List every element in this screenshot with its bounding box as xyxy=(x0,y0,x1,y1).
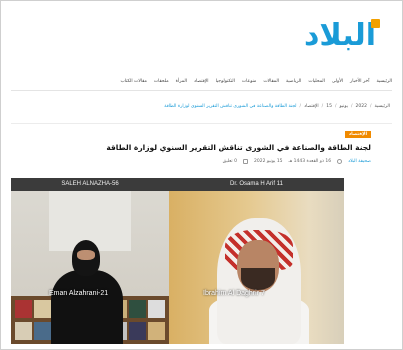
breadcrumb-current: لجنة الطاقة والصناعة في الشورى تناقش الت… xyxy=(164,104,297,109)
breadcrumb-day[interactable]: 15 xyxy=(326,104,332,109)
breadcrumb-separator: / xyxy=(369,104,372,109)
breadcrumb-separator: / xyxy=(321,104,324,109)
nav-item-home[interactable]: الرئيسية xyxy=(377,79,393,84)
breadcrumb: الرئيسية / 2022 / يونيو / 15 / الإقتصاد … xyxy=(164,104,390,109)
article-author[interactable]: صحيفة البلاد xyxy=(348,159,371,164)
nav-item-articles[interactable]: المقالات xyxy=(263,79,279,84)
gregorian-date: 15 يونيو 2022 xyxy=(253,159,283,164)
breadcrumb-separator: / xyxy=(350,104,353,109)
participant-face xyxy=(77,250,95,260)
page-frame: البلاد الرئيسية آخر الأخبار الأولى المحل… xyxy=(0,0,403,350)
breadcrumb-separator: / xyxy=(334,104,337,109)
logo-text: البلاد xyxy=(304,18,376,53)
article-title: لجنة الطاقة والصناعة في الشورى تناقش الت… xyxy=(106,143,371,152)
video-tile-left: SALEH ALNAZHA-56 Eman Alzahrani-21 xyxy=(11,178,169,344)
site-logo[interactable]: البلاد xyxy=(304,17,380,55)
breadcrumb-home[interactable]: الرئيسية xyxy=(375,104,391,109)
nav-item-first[interactable]: الأولى xyxy=(332,79,343,84)
video-tile-right: Dr. Osama H Arif 11 Ibrahim Al Daghrir 7 xyxy=(169,178,344,344)
hijri-date: 16 ذو القعدة 1443 هـ xyxy=(288,159,332,164)
article-photo: SALEH ALNAZHA-56 Eman Alzahrani-21 Dr. O… xyxy=(11,178,344,344)
nav-item-latest-news[interactable]: آخر الأخبار xyxy=(350,79,369,84)
breadcrumb-section[interactable]: الإقتصاد xyxy=(304,104,319,109)
comment-icon xyxy=(242,159,248,164)
nav-item-misc[interactable]: منوعات xyxy=(242,79,256,84)
logo-badge-icon xyxy=(371,19,380,28)
main-nav: الرئيسية آخر الأخبار الأولى المحليات الر… xyxy=(11,73,392,91)
breadcrumb-year[interactable]: 2022 xyxy=(356,104,367,109)
nav-item-women[interactable]: المرأة xyxy=(176,79,187,84)
nav-item-writers[interactable]: مقالات الكتاب xyxy=(121,79,147,84)
participant-name-left: Eman Alzahrani-21 xyxy=(49,290,109,297)
comments-count[interactable]: 0 تعليق xyxy=(223,159,237,164)
clock-icon xyxy=(337,159,343,164)
tile-header-right: Dr. Osama H Arif 11 xyxy=(169,178,344,191)
nav-item-supplements[interactable]: ملحقات xyxy=(154,79,169,84)
breadcrumb-month[interactable]: يونيو xyxy=(339,104,348,109)
participant-figure xyxy=(51,270,123,344)
participant-name-right: Ibrahim Al Daghrir 7 xyxy=(203,290,265,297)
nav-item-sports[interactable]: الرياضية xyxy=(286,79,301,84)
category-tag[interactable]: الإقتصاد xyxy=(344,131,371,138)
divider xyxy=(11,123,392,124)
participant-beard xyxy=(241,268,275,290)
breadcrumb-separator: / xyxy=(299,104,302,109)
article-meta: صحيفة البلاد 16 ذو القعدة 1443 هـ 15 يون… xyxy=(223,159,371,164)
nav-item-technology[interactable]: التكنولوجيا xyxy=(216,79,235,84)
tile-header-left: SALEH ALNAZHA-56 xyxy=(11,178,169,191)
nav-item-economy[interactable]: الإقتصاد xyxy=(194,79,209,84)
nav-item-local[interactable]: المحليات xyxy=(308,79,325,84)
